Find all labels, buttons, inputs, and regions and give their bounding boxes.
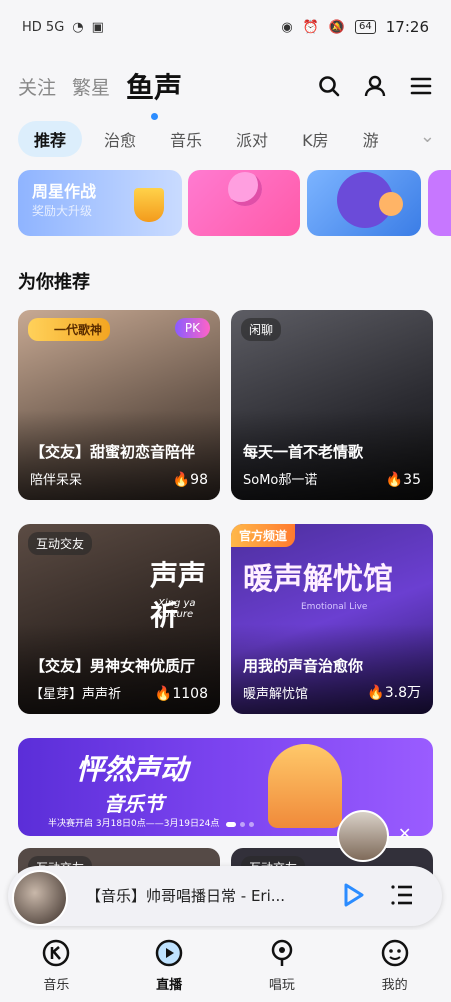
- playlist-icon[interactable]: [390, 883, 414, 907]
- room-host: 陪伴呆呆: [30, 473, 83, 488]
- room-host: 暖声解忧馆: [243, 687, 309, 702]
- section-title: 为你推荐: [18, 272, 90, 293]
- room-tag: 互动交友: [28, 532, 93, 555]
- category-game[interactable]: 游: [363, 127, 379, 151]
- eye-icon: ◉: [281, 19, 293, 35]
- room-title: 用我的声音治愈你: [243, 657, 364, 675]
- nav-live[interactable]: 直播: [113, 930, 226, 1002]
- activity-title: 周星作战: [32, 182, 97, 201]
- room-card[interactable]: 声声祈 Xing ya culture 互动交友 【交友】男神女神优质厅 【星芽…: [18, 524, 220, 714]
- user-icon[interactable]: [363, 74, 387, 98]
- battery-indicator: 64: [355, 20, 376, 34]
- room-card[interactable]: 一代歌神 PK 【交友】甜蜜初恋音陪伴 陪伴呆呆 🔥98: [18, 310, 220, 500]
- status-bar: HD 5G ◔ ▣ ◉ ⏰ 🔕 64 17:26: [0, 0, 451, 54]
- activity-subtitle: 奖励大升级: [32, 204, 93, 218]
- cover-art-subtext: Emotional Live: [301, 602, 368, 612]
- close-icon[interactable]: ✕: [398, 824, 411, 843]
- status-left: HD 5G ◔ ▣: [22, 20, 104, 35]
- bottom-nav: 音乐 直播 唱玩 我的: [0, 930, 451, 1002]
- activity-card-mic[interactable]: [188, 170, 300, 236]
- category-healing[interactable]: 治愈: [104, 127, 136, 151]
- room-heat: 🔥98: [172, 472, 208, 488]
- carousel-dots: [226, 822, 254, 827]
- nav-label: 我的: [381, 978, 408, 993]
- fire-icon: 🔥: [172, 472, 191, 488]
- festival-title: 怦然声动: [76, 753, 189, 786]
- activity-card-weekly-star[interactable]: 周星作战 奖励大升级: [18, 170, 182, 236]
- room-title: 每天一首不老情歌: [243, 443, 364, 461]
- fire-icon: 🔥: [154, 686, 173, 702]
- cover-art-text: 暖声解忧馆: [243, 562, 393, 597]
- nav-label: 唱玩: [268, 978, 295, 993]
- room-title: 【交友】男神女神优质厅: [30, 657, 196, 675]
- top-header: 关注 繁星 鱼声: [0, 58, 451, 120]
- category-ktv[interactable]: K房: [302, 127, 329, 151]
- microphone-icon: [228, 172, 262, 206]
- cover-art-text: 声声祈: [150, 559, 207, 632]
- festival-dates: 半决赛开启 3月18日0点——3月19日24点: [48, 819, 220, 829]
- room-heat: 🔥35: [385, 472, 421, 488]
- player-avatar: [12, 870, 68, 926]
- room-title: 【交友】甜蜜初恋音陪伴: [30, 443, 196, 461]
- network-indicator: HD 5G: [22, 19, 65, 35]
- festival-illustration: [268, 744, 342, 828]
- activity-strip: 周星作战 奖励大升级: [0, 170, 451, 236]
- mini-player[interactable]: 【音乐】帅哥唱播日常 - Eri...: [8, 866, 442, 926]
- room-badge: 一代歌神: [28, 318, 111, 341]
- category-recommend[interactable]: 推荐: [18, 121, 83, 157]
- nav-label: 直播: [156, 978, 183, 993]
- fire-icon: 🔥: [385, 472, 404, 488]
- play-icon[interactable]: [340, 882, 366, 908]
- music-k-icon: [43, 939, 70, 967]
- wifi-icon: ◔: [72, 19, 84, 35]
- profile-face-icon: [381, 939, 408, 967]
- pk-badge: PK: [174, 318, 210, 338]
- room-host: SoMo郝一诺: [243, 473, 318, 488]
- floating-live-avatar[interactable]: [337, 810, 389, 862]
- category-party[interactable]: 派对: [236, 127, 268, 151]
- menu-icon[interactable]: [409, 74, 433, 98]
- search-icon[interactable]: [317, 74, 341, 98]
- trophy-icon: [134, 188, 164, 222]
- nav-sing[interactable]: 唱玩: [226, 930, 339, 1002]
- room-tag: 闲聊: [241, 318, 282, 341]
- paw-icon: [379, 192, 403, 216]
- room-heat: 🔥3.8万: [367, 685, 421, 701]
- alarm-icon: ⏰: [302, 19, 319, 35]
- room-card[interactable]: 暖声解忧馆 Emotional Live 官方频道 用我的声音治愈你 暖声解忧馆…: [231, 524, 433, 714]
- fire-icon: 🔥: [367, 685, 385, 701]
- nav-label: 音乐: [43, 978, 70, 993]
- category-music[interactable]: 音乐: [170, 127, 202, 151]
- activity-card-game[interactable]: [307, 170, 421, 236]
- category-tabs: 推荐 治愈 音乐 派对 K房 游 ⌄: [0, 118, 451, 160]
- status-right: ◉ ⏰ 🔕 64 17:26: [281, 18, 429, 36]
- player-title: 【音乐】帅哥唱播日常 - Eri...: [86, 887, 286, 905]
- header-actions: [317, 74, 433, 98]
- live-play-icon: [155, 939, 183, 967]
- tab-yusheng[interactable]: 鱼声: [126, 66, 182, 120]
- mute-icon: 🔕: [328, 19, 346, 35]
- room-badge: 官方频道: [231, 524, 296, 547]
- room-host: 【星芽】声声祈: [30, 687, 122, 702]
- cover-art-subtext: Xing ya culture: [158, 598, 196, 620]
- nav-mine[interactable]: 我的: [338, 930, 451, 1002]
- clock: 17:26: [385, 18, 429, 36]
- room-heat: 🔥1108: [154, 686, 208, 702]
- nav-music[interactable]: 音乐: [0, 930, 113, 1002]
- microphone-icon: [271, 939, 293, 966]
- chevron-down-icon[interactable]: ⌄: [420, 126, 435, 147]
- notification-icon: ▣: [91, 19, 104, 35]
- tab-fanxing[interactable]: 繁星: [72, 73, 110, 100]
- room-card[interactable]: 闲聊 每天一首不老情歌 SoMo郝一诺 🔥35: [231, 310, 433, 500]
- activity-card-more[interactable]: [428, 170, 451, 236]
- festival-subtitle: 音乐节: [104, 792, 164, 816]
- tab-follow[interactable]: 关注: [18, 73, 56, 100]
